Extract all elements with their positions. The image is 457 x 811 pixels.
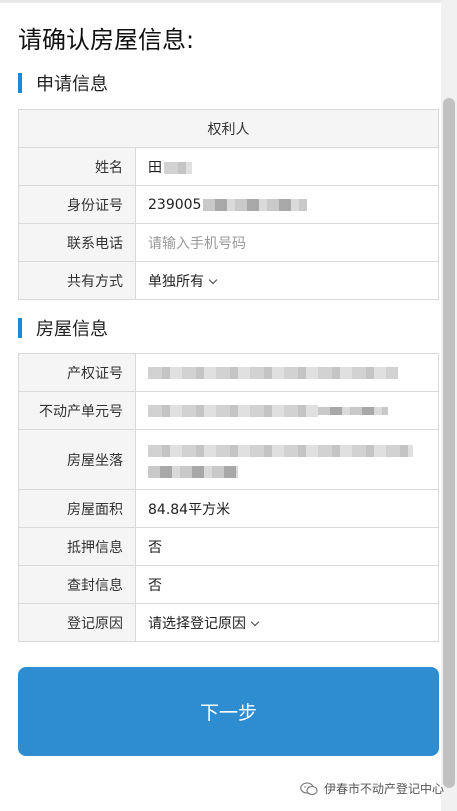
top-border xyxy=(0,0,457,3)
owner-header: 权利人 xyxy=(18,109,439,148)
ownership-label: 共有方式 xyxy=(18,261,136,300)
apply-info-table: 权利人 姓名 田 身份证号 239005 联系电话 请输入手机号码 共有方式 单… xyxy=(18,109,439,300)
table-row: 产权证号 xyxy=(18,353,439,392)
name-value: 田 xyxy=(135,147,439,186)
area-value: 84.84平方米 xyxy=(135,489,439,528)
footer-text: 伊春市不动产登记中心 xyxy=(324,782,445,796)
id-number-value: 239005 xyxy=(135,185,439,224)
house-section-heading: 房屋信息 xyxy=(18,315,108,341)
mortgage-label: 抵押信息 xyxy=(18,527,136,566)
certificate-number-label: 产权证号 xyxy=(18,353,136,392)
section-marker xyxy=(18,73,22,93)
registration-reason-label: 登记原因 xyxy=(18,603,136,642)
chevron-down-icon xyxy=(208,275,218,284)
table-row: 房屋坐落 xyxy=(18,429,439,490)
redaction-mask xyxy=(164,161,192,174)
chevron-down-icon xyxy=(250,617,260,626)
table-row: 姓名 田 xyxy=(18,147,439,186)
wechat-icon xyxy=(300,781,318,795)
footer-watermark: 伊春市不动产登记中心 xyxy=(300,780,444,797)
table-row: 不动产单元号 xyxy=(18,391,439,430)
section-marker xyxy=(18,318,22,338)
registration-reason-value: 请选择登记原因 xyxy=(148,615,246,632)
seizure-label: 查封信息 xyxy=(18,565,136,604)
ownership-value: 单独所有 xyxy=(148,273,204,290)
apply-section-title: 申请信息 xyxy=(36,74,108,95)
seizure-value: 否 xyxy=(135,565,439,604)
house-section-title: 房屋信息 xyxy=(36,319,108,340)
location-label: 房屋坐落 xyxy=(18,429,136,490)
area-label: 房屋面积 xyxy=(18,489,136,528)
next-step-button[interactable]: 下一步 xyxy=(18,667,439,756)
name-label: 姓名 xyxy=(18,147,136,186)
table-row[interactable]: 登记原因 请选择登记原因 xyxy=(18,603,439,642)
unit-number-value xyxy=(135,391,439,430)
table-row: 抵押信息 否 xyxy=(18,527,439,566)
redaction-mask xyxy=(148,465,238,478)
phone-label: 联系电话 xyxy=(18,223,136,262)
certificate-number-value xyxy=(135,353,439,392)
registration-reason-select[interactable]: 请选择登记原因 xyxy=(135,603,439,642)
table-row: 身份证号 239005 xyxy=(18,185,439,224)
scrollbar-thumb[interactable] xyxy=(443,98,455,788)
id-number-label: 身份证号 xyxy=(18,185,136,224)
redaction-mask xyxy=(148,404,318,417)
ownership-select[interactable]: 单独所有 xyxy=(135,261,439,300)
apply-section-heading: 申请信息 xyxy=(18,70,108,96)
unit-number-label: 不动产单元号 xyxy=(18,391,136,430)
table-row: 查封信息 否 xyxy=(18,565,439,604)
phone-input[interactable]: 请输入手机号码 xyxy=(135,223,439,262)
redaction-mask xyxy=(148,366,398,379)
page-title: 请确认房屋信息: xyxy=(18,26,195,54)
location-value xyxy=(135,429,439,490)
name-text: 田 xyxy=(148,159,162,176)
redaction-mask xyxy=(148,444,413,457)
id-number-text: 239005 xyxy=(148,196,202,213)
house-info-table: 产权证号 不动产单元号 房屋坐落 房屋面积 84.84平方米 抵押信息 否 查封… xyxy=(18,353,439,642)
redaction-mask xyxy=(318,406,388,415)
table-row[interactable]: 联系电话 请输入手机号码 xyxy=(18,223,439,262)
redaction-mask xyxy=(203,198,308,211)
table-row: 房屋面积 84.84平方米 xyxy=(18,489,439,528)
mortgage-value: 否 xyxy=(135,527,439,566)
table-row[interactable]: 共有方式 单独所有 xyxy=(18,261,439,300)
